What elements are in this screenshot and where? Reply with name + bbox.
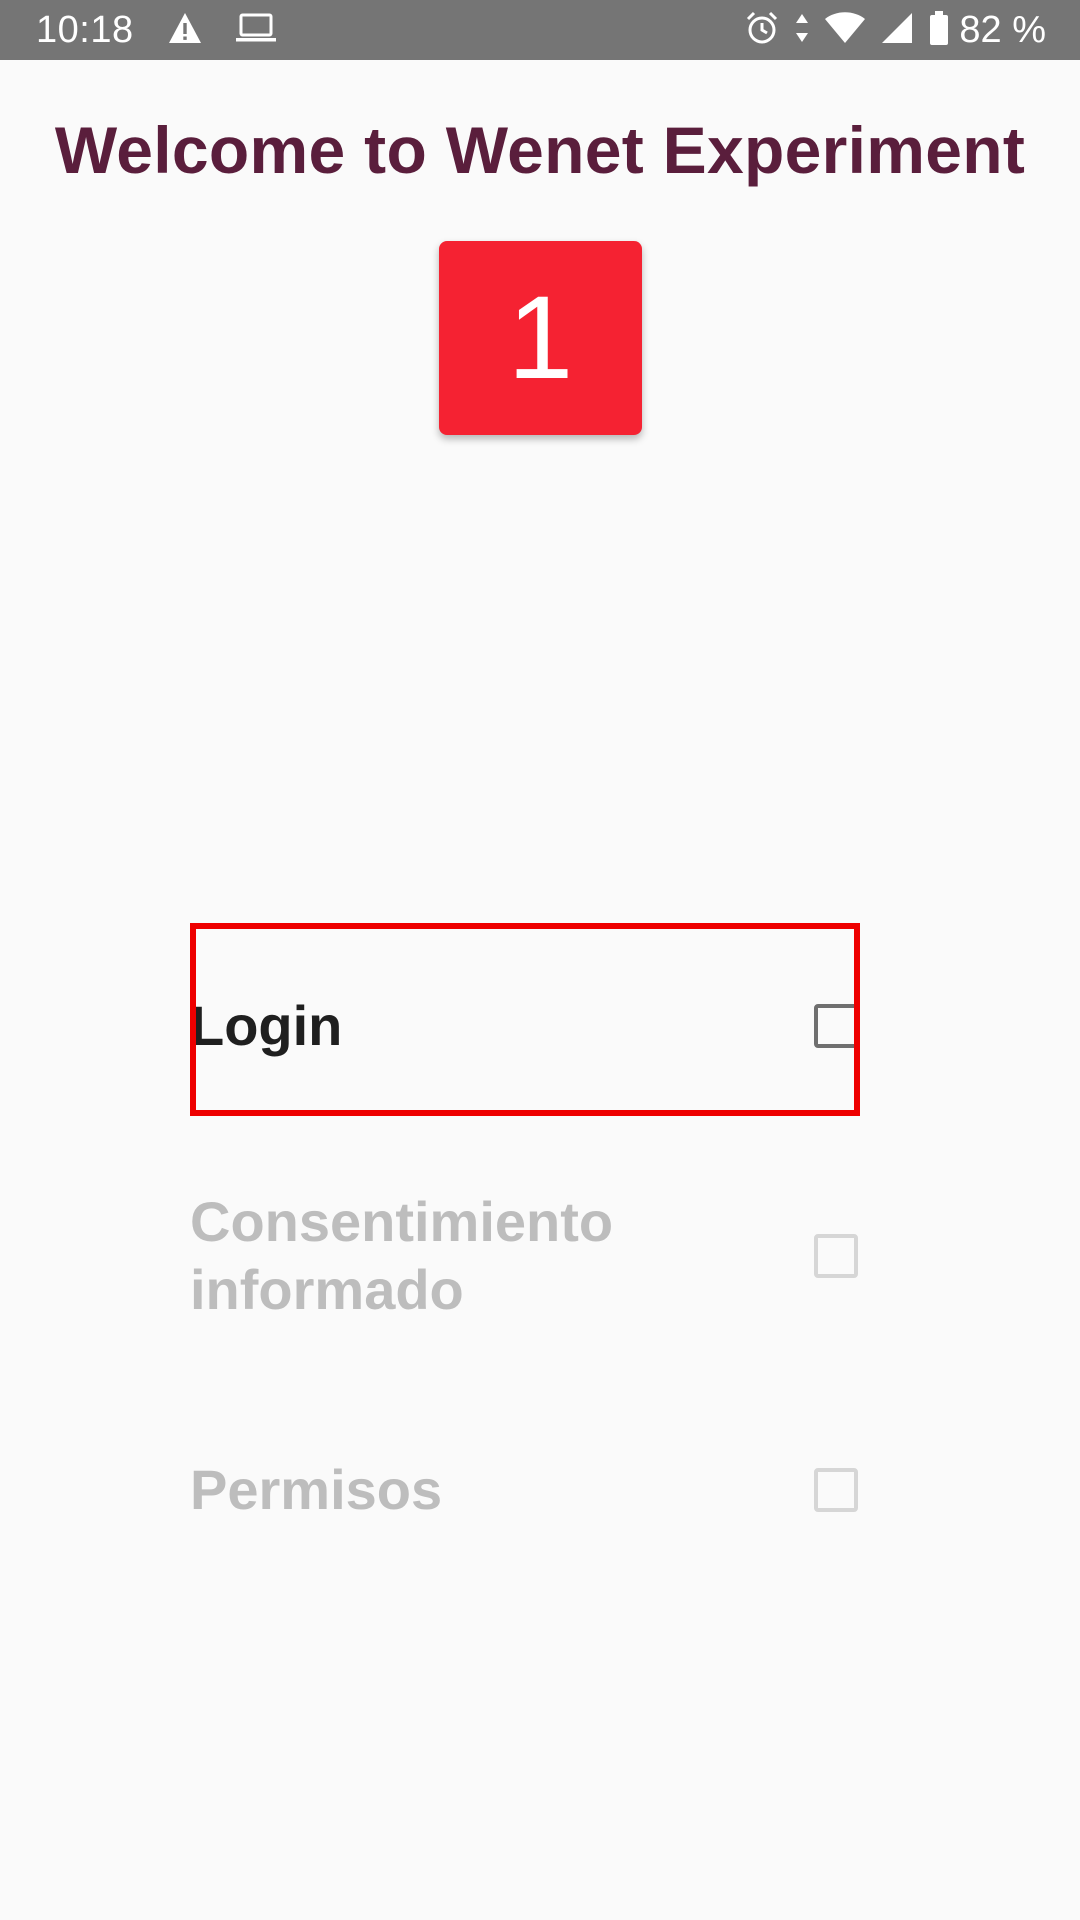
step-permissions-checkbox[interactable]	[814, 1468, 858, 1512]
signal-icon	[881, 12, 913, 49]
step-consent-label: Consentimiento informado	[190, 1190, 614, 1321]
alarm-icon	[745, 11, 779, 50]
step-consent[interactable]: Consentimiento informado	[190, 1188, 860, 1324]
warning-icon	[168, 12, 202, 49]
laptop-icon	[235, 13, 276, 48]
status-left: 10:18	[36, 9, 276, 52]
page-title: Welcome to Wenet Experiment	[54, 113, 1026, 187]
battery-icon	[929, 10, 949, 50]
step-consent-checkbox[interactable]	[814, 1234, 858, 1278]
status-time: 10:18	[36, 8, 134, 51]
status-right: 82 %	[745, 9, 1046, 52]
wifi-icon	[825, 11, 866, 49]
active-step-highlight	[190, 923, 860, 1116]
battery-percentage: 82 %	[959, 8, 1046, 51]
step-permissions[interactable]: Permisos	[190, 1456, 860, 1524]
data-arrows-icon	[795, 13, 809, 48]
step-permissions-label: Permisos	[190, 1458, 443, 1521]
step-number-badge: 1	[439, 241, 642, 435]
status-bar: 10:18 82 %	[0, 0, 1080, 60]
